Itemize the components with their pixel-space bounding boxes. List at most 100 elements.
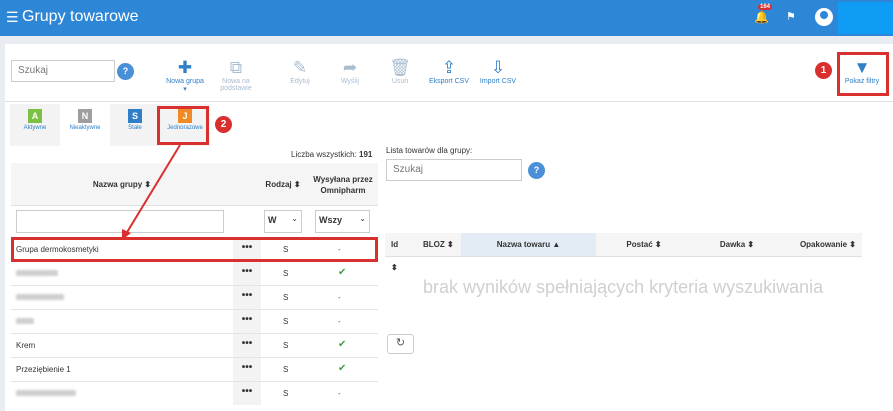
send-button[interactable]: ➦ Wyślij	[335, 58, 365, 85]
tab-label: Stałe	[128, 125, 142, 131]
column-header-bloz[interactable]: BLOZ ⬍	[407, 233, 461, 256]
pencil-icon: ✎	[292, 58, 308, 77]
column-header-id[interactable]: Id ⬍	[385, 233, 407, 272]
table-row[interactable]: ••• S -	[11, 285, 378, 309]
annotation-box-2	[157, 106, 209, 145]
column-header-dose[interactable]: Dawka ⬍	[692, 233, 782, 256]
delete-button[interactable]: 🗑 Usuń	[385, 58, 415, 85]
row-menu-button[interactable]: •••	[233, 382, 261, 405]
column-header-form[interactable]: Postać ⬍	[596, 233, 692, 256]
avatar[interactable]	[815, 8, 833, 26]
table-row[interactable]: ••• S ✔	[11, 261, 378, 285]
edit-label: Edytuj	[290, 78, 310, 85]
new-group-label: Nowa grupa	[166, 78, 204, 85]
chevron-down-icon: ▾	[183, 86, 187, 93]
top-bar: ☰ Grupy towarowe 🔔 164 ⚑	[0, 0, 893, 36]
row-menu-button[interactable]: •••	[233, 358, 261, 381]
column-header-name[interactable]: Nazwa grupy ⬍	[11, 163, 233, 206]
main-panel: Szukaj ? ✚ Nowa grupa ▾ ⧉ Nowa na podsta…	[5, 44, 893, 411]
delete-label: Usuń	[391, 78, 409, 85]
name-filter-input[interactable]	[16, 210, 224, 233]
total-count-value: 191	[359, 150, 373, 159]
group-sent: -	[338, 293, 341, 302]
group-name: Krem	[16, 341, 36, 350]
annotation-row-highlight	[11, 237, 378, 262]
toolbar-divider	[5, 101, 893, 102]
help-icon[interactable]: ?	[117, 63, 134, 80]
products-table-divider	[385, 256, 862, 257]
chevron-down-icon: ⌄	[291, 214, 298, 223]
total-count-label: Liczba wszystkich:	[291, 150, 357, 159]
new-based-on-button[interactable]: ⧉ Nowa na podstawie	[211, 58, 261, 92]
new-group-button[interactable]: ✚ Nowa grupa ▾	[163, 58, 207, 93]
tab-permanent[interactable]: S Stałe	[110, 109, 160, 131]
page-title: Grupy towarowe	[22, 8, 139, 25]
group-kind: S	[283, 269, 289, 278]
refresh-button[interactable]: ↻	[387, 334, 414, 354]
column-header-product-name[interactable]: Nazwa towaru ▲	[461, 233, 596, 256]
check-icon: ✔	[338, 267, 347, 278]
upload-icon: ⇪	[441, 58, 457, 77]
column-header-package[interactable]: Opakowanie ⬍	[782, 233, 862, 256]
sent-filter-select[interactable]: Wszy ⌄	[315, 210, 370, 233]
group-name-redacted	[16, 269, 58, 278]
trash-icon: 🗑	[389, 58, 411, 77]
kind-filter-value: W	[268, 215, 277, 225]
group-name-redacted	[16, 293, 64, 302]
sent-filter-value: Wszy	[319, 215, 343, 225]
group-name: Przeziębienie 1	[16, 365, 71, 374]
total-count: Liczba wszystkich: 191	[291, 150, 372, 159]
row-menu-button[interactable]: •••	[233, 262, 261, 285]
kind-filter-select[interactable]: W ⌄	[264, 210, 302, 233]
column-header-sent[interactable]: Wysyłana przez Omnipharm	[313, 163, 373, 206]
group-name-redacted	[16, 317, 34, 326]
table-row[interactable]: Przeziębienie 1 ••• S ✔	[11, 357, 378, 381]
help-icon[interactable]: ?	[528, 162, 545, 179]
bell-icon[interactable]: 🔔	[754, 10, 769, 24]
flag-icon[interactable]: ⚑	[786, 10, 796, 23]
export-csv-button[interactable]: ⇪ Eksport CSV	[427, 58, 471, 85]
tab-letter: S	[128, 109, 142, 123]
tab-inactive[interactable]: N Nieaktywne	[60, 104, 110, 146]
tab-letter: A	[28, 109, 42, 123]
group-kind: S	[283, 293, 289, 302]
plus-icon: ✚	[177, 58, 193, 77]
annotation-box-1	[837, 52, 889, 96]
group-sent: -	[338, 317, 341, 326]
tab-label: Nieaktywne	[69, 125, 101, 131]
notification-badge: 164	[758, 4, 773, 10]
group-sent: -	[338, 389, 341, 398]
check-icon: ✔	[338, 339, 347, 350]
group-kind: S	[283, 341, 289, 350]
annotation-number-1: 1	[815, 62, 832, 79]
row-menu-button[interactable]: •••	[233, 286, 261, 309]
import-csv-label: Import CSV	[479, 78, 517, 85]
column-header-kind[interactable]: Rodzaj ⬍	[261, 163, 305, 206]
menu-icon[interactable]: ☰	[6, 9, 19, 26]
new-based-on-label: Nowa na podstawie	[220, 78, 252, 92]
annotation-number-2: 2	[215, 116, 232, 133]
chevron-down-icon: ⌄	[359, 214, 366, 223]
share-icon: ➦	[342, 58, 358, 77]
row-menu-button[interactable]: •••	[233, 310, 261, 333]
tab-active[interactable]: A Aktywne	[10, 109, 60, 131]
edit-button[interactable]: ✎ Edytuj	[285, 58, 315, 85]
products-search-input[interactable]: Szukaj	[386, 159, 522, 181]
check-icon: ✔	[338, 363, 347, 374]
import-csv-button[interactable]: ⇩ Import CSV	[477, 58, 519, 85]
refresh-icon: ↻	[395, 337, 406, 349]
table-row[interactable]: ••• S -	[11, 309, 378, 333]
copy-icon: ⧉	[229, 58, 243, 77]
group-kind: S	[283, 389, 289, 398]
group-kind: S	[283, 365, 289, 374]
products-list-label: Lista towarów dla grupy:	[386, 146, 473, 155]
user-menu[interactable]	[838, 2, 893, 34]
export-csv-label: Eksport CSV	[428, 78, 470, 85]
table-row[interactable]: ••• S -	[11, 381, 378, 405]
table-row[interactable]: Krem ••• S ✔	[11, 333, 378, 357]
search-input[interactable]: Szukaj	[11, 60, 115, 82]
tab-label: Aktywne	[23, 125, 47, 131]
download-icon: ⇩	[490, 58, 506, 77]
row-menu-button[interactable]: •••	[233, 334, 261, 357]
group-name-redacted	[16, 389, 76, 398]
